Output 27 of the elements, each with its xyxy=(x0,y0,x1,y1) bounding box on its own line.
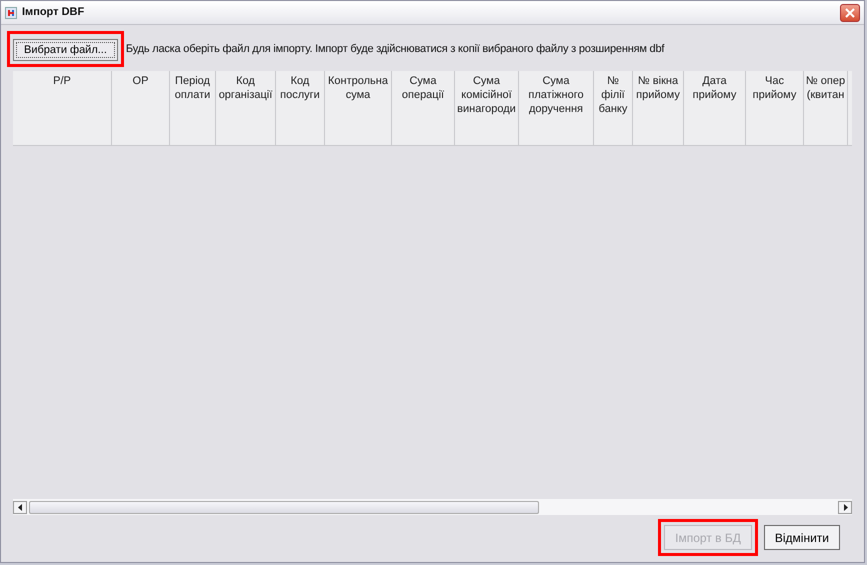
column-header[interactable]: Період оплати xyxy=(170,71,216,146)
column-header[interactable]: № опер (квитан xyxy=(804,71,848,146)
scroll-left-button[interactable] xyxy=(13,500,27,514)
choose-file-button[interactable]: Вибрати файл... xyxy=(13,39,118,62)
left-arrow-icon xyxy=(18,504,22,510)
column-header[interactable]: № вікна прийому xyxy=(633,71,684,146)
close-button[interactable] xyxy=(840,4,860,22)
column-header[interactable]: Р/Р xyxy=(13,71,112,146)
column-header[interactable]: Код організації xyxy=(216,71,276,146)
dialog-button[interactable]: Відмінити xyxy=(764,525,840,550)
column-header[interactable]: Час прийому xyxy=(746,71,804,146)
column-header[interactable]: ОР xyxy=(112,71,170,146)
scroll-thumb[interactable] xyxy=(29,500,539,514)
horizontal-scrollbar[interactable] xyxy=(13,499,852,515)
scroll-right-button[interactable] xyxy=(838,500,852,514)
column-header[interactable]: Сума операції xyxy=(392,71,455,146)
column-header[interactable]: Код послуги xyxy=(276,71,325,146)
app-icon xyxy=(5,6,17,18)
column-header[interactable]: Сума комісійної винагороди xyxy=(455,71,519,146)
column-header[interactable]: Дата прийому xyxy=(684,71,746,146)
column-header[interactable]: Сума платіжного доручення xyxy=(519,71,594,146)
column-header[interactable]: № філії банку xyxy=(594,71,633,146)
hint-text: Будь ласка оберіть файл для імпорту. Імпорт буде здійснюватися з копії вибраного файлу з розширенням dbf xyxy=(126,42,664,57)
column-header[interactable]: Контрольна сума xyxy=(325,71,392,146)
right-arrow-icon xyxy=(842,504,848,510)
window-title: Імпорт DBF xyxy=(22,5,84,20)
close-icon xyxy=(845,8,855,18)
